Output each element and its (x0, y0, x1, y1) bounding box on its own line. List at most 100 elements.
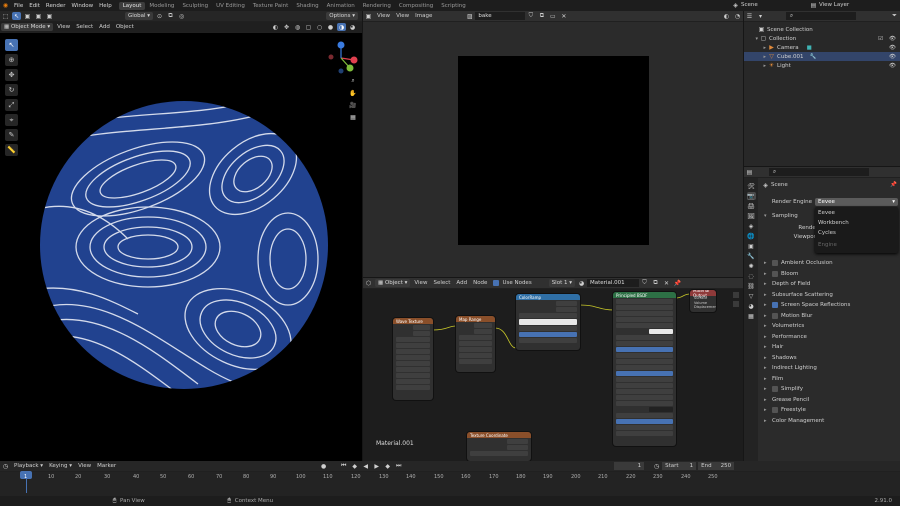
scale-tool-icon[interactable]: ⤢ (5, 99, 18, 111)
annotate-tool-icon[interactable]: ✎ (5, 129, 18, 141)
end-frame-field[interactable]: End 250 (698, 462, 735, 470)
outliner-collection[interactable]: ▾ ▢ Collection ☑ 👁 (744, 34, 900, 43)
outliner[interactable]: ☰ ▾ ⌕ ⏷ ▣ Scene Collection ▾ ▢ Collectio… (744, 11, 900, 166)
collection-eye-icon[interactable]: 👁 (889, 36, 896, 42)
freestyle-checkbox[interactable] (772, 407, 778, 414)
menu-render[interactable]: Render (43, 3, 69, 9)
panel-color-management[interactable]: ▸ Color Management (760, 416, 898, 427)
cube-eye-icon[interactable]: 👁 (889, 54, 896, 60)
image-open-icon[interactable]: ▭ (548, 12, 557, 20)
menu-file[interactable]: File (11, 3, 26, 9)
play-reverse-icon[interactable]: ◀ (361, 462, 370, 470)
view-layer-tab-icon[interactable]: 🖼 (747, 212, 756, 220)
image-close-icon[interactable]: ✕ (559, 12, 568, 20)
outliner-camera[interactable]: ▸ ▶ Camera ■ 👁 (744, 43, 900, 52)
panel-hair[interactable]: ▸ Hair (760, 342, 898, 353)
collection-checkbox-icon[interactable]: ☑ (878, 36, 883, 42)
simplify-checkbox[interactable] (772, 386, 778, 393)
render-tab-icon[interactable]: 📷 (746, 192, 756, 200)
tab-shading[interactable]: Shading (292, 2, 322, 10)
node-principled-bsdf[interactable]: Principled BSDF (613, 292, 676, 446)
play-icon[interactable]: ▶ (372, 462, 381, 470)
pin-context-icon[interactable]: 📌 (890, 182, 897, 188)
panel-grease-pencil[interactable]: ▸ Grease Pencil (760, 395, 898, 406)
gizmo-toggle-icon[interactable]: ✥ (282, 23, 291, 31)
image-display-icon[interactable]: ◐ (722, 12, 731, 20)
outliner-cube[interactable]: ▸ ▽ Cube.001 🔧 👁 (744, 52, 900, 61)
menu-image[interactable]: Image (412, 13, 435, 19)
physics-tab-icon[interactable]: ◌ (747, 272, 756, 280)
timeline-marker-menu[interactable]: Marker (94, 463, 119, 469)
sphere-object[interactable] (38, 99, 330, 391)
properties-search-field[interactable]: ⌕ (769, 168, 869, 176)
node-tab-a[interactable] (733, 292, 739, 298)
gizmo-y-icon[interactable] (346, 64, 354, 72)
record-icon[interactable]: ● (319, 462, 328, 470)
measure-tool-icon[interactable]: 📏 (5, 144, 18, 156)
bloom-checkbox[interactable] (772, 270, 778, 277)
output-tab-icon[interactable]: 🖨 (747, 202, 756, 210)
overlay-icon[interactable]: ◍ (293, 23, 302, 31)
shader-node-editor[interactable]: ⬡ ▦ Object ▾ View Select Add Node Use No… (363, 278, 743, 461)
panel-indirect-lighting[interactable]: ▸ Indirect Lighting (760, 363, 898, 374)
panel-depth-of-field[interactable]: ▸ Depth of Field (760, 279, 898, 290)
menu-edit[interactable]: Edit (26, 3, 43, 9)
shading-rendered-icon[interactable]: ◕ (348, 23, 357, 31)
motion-blur-checkbox[interactable] (772, 312, 778, 319)
panel-shadows[interactable]: ▸ Shadows (760, 353, 898, 364)
image-editor-type-icon[interactable]: ▣ (364, 12, 373, 20)
menu-add[interactable]: Add (96, 24, 113, 30)
panel-ambient-occlusion[interactable]: ▸ Ambient Occlusion (760, 258, 898, 269)
view-layer-selector[interactable]: ▤ View Layer (808, 1, 849, 9)
panel-bloom[interactable]: ▸ Bloom (760, 269, 898, 280)
timeline-type-icon[interactable]: ◷ (1, 462, 10, 470)
menu-image-view-a[interactable]: View (374, 13, 393, 19)
tab-modeling[interactable]: Modeling (145, 2, 178, 10)
tab-rendering[interactable]: Rendering (359, 2, 395, 10)
next-key-icon[interactable]: ◆ (383, 462, 392, 470)
xray-icon[interactable]: ▢ (304, 23, 313, 31)
ambient-occlusion-checkbox[interactable] (772, 260, 778, 267)
jump-end-icon[interactable]: ⏭ (394, 462, 403, 470)
transform-tool-icon[interactable]: ⌖ (5, 114, 18, 126)
timeline-view-menu[interactable]: View (75, 463, 94, 469)
tab-layout[interactable]: Layout (118, 1, 146, 10)
image-browse-icon[interactable]: ▨ (465, 12, 474, 20)
mode-selector[interactable]: ▦ Object Mode ▾ (1, 23, 54, 31)
menu-select[interactable]: Select (73, 24, 96, 30)
perspective-grid-icon[interactable]: ▦ (349, 113, 358, 121)
outliner-light[interactable]: ▸ ☀ Light 👁 (744, 61, 900, 70)
texture-tab-icon[interactable]: ▦ (747, 312, 756, 320)
prev-key-icon[interactable]: ◆ (350, 462, 359, 470)
menu-window[interactable]: Window (68, 3, 96, 9)
tab-uv-editing[interactable]: UV Editing (212, 2, 249, 10)
pivot-icon[interactable]: ⊙ (155, 12, 164, 20)
material-tab-icon[interactable]: ◕ (747, 302, 756, 310)
light-eye-icon[interactable]: 👁 (889, 63, 896, 69)
properties-editor[interactable]: ▤ ⌕ 🛠 📷 🖨 🖼 ◈ 🌐 ▣ 🔧 ✺ ◌ ⛓ ▽ ◕ ▦ ◈ Scene … (744, 167, 900, 461)
image-fake-user-icon[interactable]: ⛉ (526, 12, 535, 20)
mode-a-icon[interactable]: ▣ (23, 12, 32, 20)
current-frame-field[interactable]: 1 (614, 462, 645, 470)
filter-icon[interactable]: ⏷ (890, 12, 899, 20)
preview-range-icon[interactable]: ◷ (652, 462, 661, 470)
tab-scripting[interactable]: Scripting (437, 2, 469, 10)
panel-screen-space-reflections[interactable]: ▸ Screen Space Reflections (760, 300, 898, 311)
world-tab-icon[interactable]: 🌐 (747, 232, 756, 240)
select-mode-icon[interactable]: ↖ (12, 12, 21, 20)
tool-tab-icon[interactable]: 🛠 (747, 182, 756, 190)
panel-volumetrics[interactable]: ▸ Volumetrics (760, 321, 898, 332)
expand-camera-icon[interactable]: ▸ (744, 45, 766, 51)
camera-view-icon[interactable]: 🎥 (349, 101, 358, 109)
outliner-search-field[interactable]: ⌕ (786, 12, 856, 20)
expand-light-icon[interactable]: ▸ (744, 63, 766, 69)
image-sidebar-icon[interactable]: ◔ (733, 12, 742, 20)
tab-compositing[interactable]: Compositing (395, 2, 437, 10)
image-name-field[interactable]: bake (475, 12, 526, 20)
data-tab-icon[interactable]: ▽ (747, 292, 756, 300)
option-workbench[interactable]: Workbench (815, 219, 898, 227)
options-button[interactable]: Options ▾ (326, 12, 358, 20)
node-texture-coordinate[interactable]: Texture Coordinate (467, 432, 531, 461)
particles-tab-icon[interactable]: ✺ (747, 262, 756, 270)
select-box-icon[interactable]: ⬚ (1, 12, 10, 20)
